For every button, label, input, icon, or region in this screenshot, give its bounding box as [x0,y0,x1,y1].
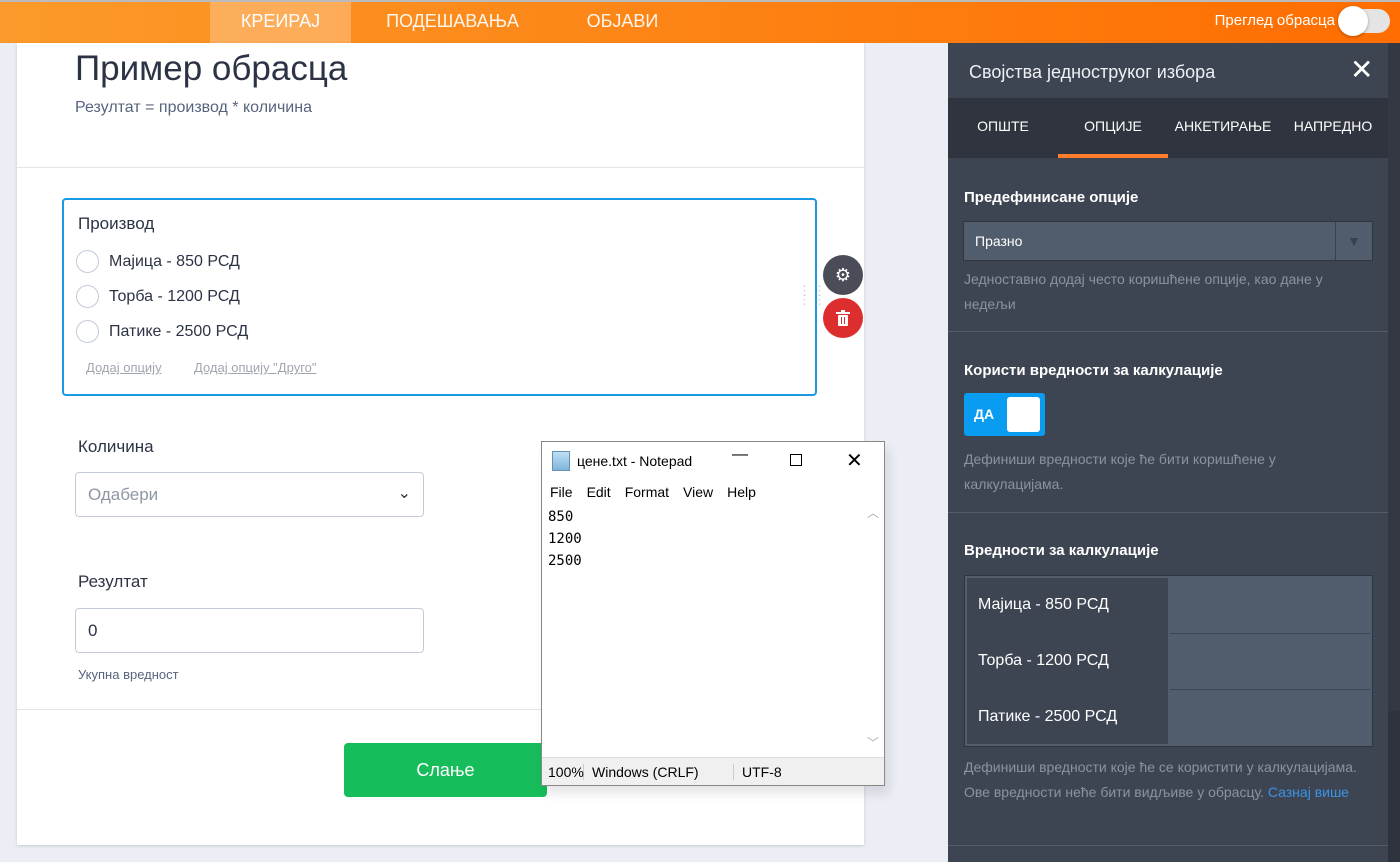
form-subtitle[interactable]: Резултат = производ * количина [75,99,312,117]
divider [948,845,1388,846]
scrollbar-thumb[interactable] [1388,43,1400,711]
learn-more-link[interactable]: Сазнај више [1268,784,1349,800]
radio-button[interactable] [76,320,99,343]
maximize-icon[interactable] [790,454,802,466]
option-label: Торба - 1200 РСД [109,287,240,305]
calc-row-label: Патике - 2500 РСД [978,708,1118,725]
tab-create[interactable]: КРЕИРАЈ [210,2,351,43]
status-eol: Windows (CRLF) [584,763,734,780]
tab-settings[interactable]: ПОДЕШАВАЊА [360,2,545,43]
use-values-desc: Дефиниши вредности које ће бити коришћен… [964,451,1276,492]
scroll-down-icon[interactable]: ﹀ [867,734,879,751]
predefined-desc: Једноставно додај често коришћене опције… [964,271,1323,312]
calc-row-label: Мајица - 850 РСД [978,596,1109,613]
use-values-heading: Користи вредности за калкулације [964,362,1223,379]
quantity-label: Количина [78,437,154,456]
calc-row-label: Торба - 1200 РСД [978,652,1109,669]
properties-panel: Својства једноструког избора ✕ ОПШТЕ ОПЦ… [948,43,1388,862]
toggle-label: ДА [974,406,995,422]
option-label: Мајица - 850 РСД [109,252,240,270]
result-input[interactable]: 0 [75,608,424,653]
predefined-heading: Предефинисане опције [964,189,1139,206]
dropdown-arrow-icon: ▼ [1335,222,1372,260]
panel-header: Својства једноструког избора ✕ [948,43,1388,98]
tab-publish[interactable]: ОБЈАВИ [560,2,685,43]
top-bar: КРЕИРАЈ ПОДЕШАВАЊА ОБЈАВИ Преглед обрасц… [0,0,1400,43]
close-icon[interactable]: ✕ [846,448,863,473]
menu-format[interactable]: Format [625,484,669,500]
option-item[interactable]: Торба - 1200 РСД [76,285,240,308]
status-zoom: 100% [542,763,584,780]
gear-icon[interactable]: ⚙ [823,255,863,295]
tab-advanced[interactable]: НАПРЕДНО [1278,118,1388,134]
divider [17,167,864,168]
trash-icon[interactable] [823,298,863,338]
minimize-icon[interactable]: — [732,446,748,464]
calc-values-table: Мајица - 850 РСД Торба - 1200 РСД Патике… [964,575,1373,747]
radio-button[interactable] [76,250,99,273]
form-title[interactable]: Пример обрасца [75,49,347,89]
notepad-window[interactable]: цене.txt - Notepad — ✕ File Edit Format … [541,441,885,786]
predefined-value: Празно [975,233,1023,249]
calc-values-desc: Дефиниши вредности које ће се користити … [964,755,1374,805]
divider [948,512,1388,513]
tab-options[interactable]: ОПЦИЈЕ [1058,118,1168,158]
option-item[interactable]: Мајица - 850 РСД [76,250,240,273]
menu-view[interactable]: View [683,484,713,500]
option-item[interactable]: Патике - 2500 РСД [76,320,248,343]
menu-file[interactable]: File [550,484,573,500]
predefined-select[interactable]: Празно ▼ [963,221,1373,261]
preview-toggle[interactable] [1338,6,1390,36]
option-label: Патике - 2500 РСД [109,322,249,340]
notepad-title: цене.txt - Notepad [577,453,693,469]
chevron-down-icon: ⌄ [397,485,411,502]
notepad-text-area[interactable]: 850 1200 2500 [548,506,582,572]
divider [948,331,1388,332]
panel-scrollbar[interactable] [1388,43,1400,862]
calc-value-input[interactable] [1170,690,1370,744]
menu-help[interactable]: Help [727,484,756,500]
notepad-icon [552,451,570,471]
scroll-up-icon[interactable]: ︿ [867,504,879,521]
calc-value-input[interactable] [1170,634,1370,688]
result-sublabel: Укупна вредност [78,667,179,682]
notepad-status-bar: 100% Windows (CRLF) UTF-8 [542,757,884,785]
quantity-select[interactable]: Одабери ⌄ [75,472,424,517]
calc-values-heading: Вредности за калкулације [964,542,1159,559]
result-label: Резултат [78,572,148,591]
preview-label: Преглед обрасца [1214,12,1335,29]
product-field[interactable]: Производ Мајица - 850 РСД Торба - 1200 Р… [62,198,817,396]
drag-handle-icon[interactable]: ⋮⋮ ⋮⋮ [798,284,828,306]
notepad-menu: File Edit Format View Help [550,484,756,500]
quantity-placeholder: Одабери [88,485,159,504]
radio-button[interactable] [76,285,99,308]
toggle-knob [1007,397,1040,432]
status-encoding: UTF-8 [742,763,782,780]
calc-value-input[interactable] [1170,578,1370,632]
add-option-link[interactable]: Додај опцију [86,360,162,375]
close-icon[interactable]: ✕ [1350,53,1373,86]
panel-title: Својства једноструког избора [969,62,1216,82]
submit-button[interactable]: Слање [344,743,547,797]
add-other-option-link[interactable]: Додај опцију "Друго" [194,360,317,375]
use-values-toggle[interactable]: ДА [964,393,1045,436]
toggle-knob [1338,6,1368,36]
menu-edit[interactable]: Edit [587,484,611,500]
tab-survey[interactable]: АНКЕТИРАЊЕ [1168,118,1278,134]
product-label: Производ [78,214,155,233]
tab-general[interactable]: ОПШТЕ [948,118,1058,134]
panel-tabs: ОПШТЕ ОПЦИЈЕ АНКЕТИРАЊЕ НАПРЕДНО [948,98,1388,158]
